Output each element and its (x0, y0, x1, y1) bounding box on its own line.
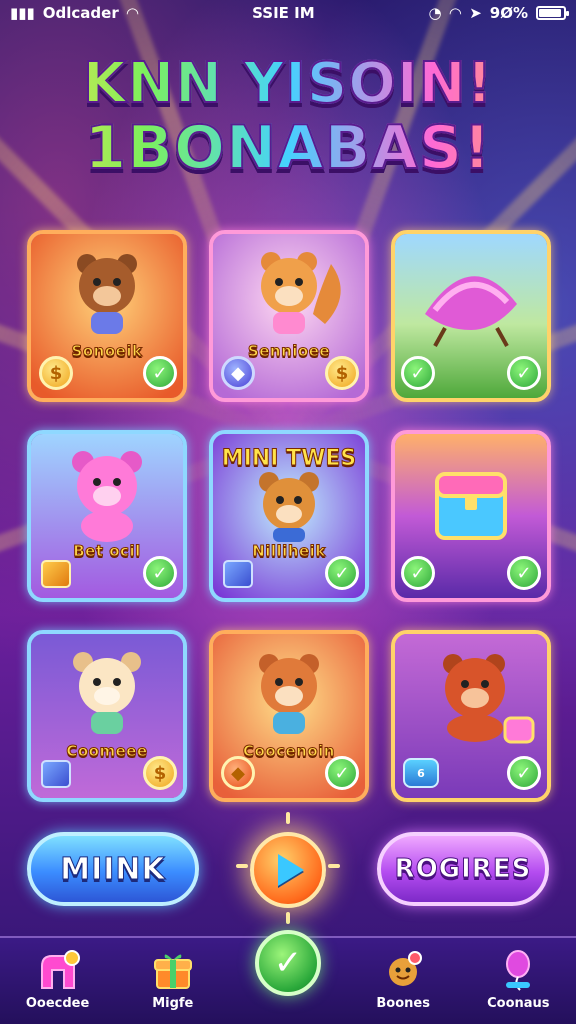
nav-label: Coonaus (487, 996, 550, 1011)
arch-icon (40, 950, 80, 989)
level-card[interactable]: Coocenoin ◆ ✓ (209, 630, 369, 802)
check-icon: ✓ (143, 356, 177, 390)
level-card[interactable]: Coomeee $ (27, 630, 187, 802)
gem-icon: ◆ (221, 356, 255, 390)
bottom-nav: Ooecdee Migfe ✓ Boones Coonaus (0, 930, 576, 1024)
status-bar: ▮▮▮ Odlcader ◠ SSIE IM ◔ ◠ ➤ 9Ø% (0, 0, 576, 26)
blue-box-icon (223, 560, 253, 588)
nav-item-coonaus[interactable]: Coonaus (468, 938, 568, 1011)
check-icon: ✓ (401, 356, 435, 390)
rogires-button[interactable]: ROGIRES (377, 832, 549, 906)
signal-icon: ▮▮▮ (10, 4, 35, 22)
coin-icon: $ (143, 756, 177, 790)
blue-box-icon (41, 760, 71, 788)
nav-item-confirm[interactable]: ✓ (238, 930, 338, 996)
title-line-1: KNN YISOIN! (0, 51, 576, 117)
game-title: KNN YISOIN! 1BONABAS! (0, 51, 576, 182)
play-button[interactable] (250, 832, 326, 908)
battery-percent: 9Ø% (489, 4, 528, 22)
play-icon (278, 854, 304, 886)
check-icon: ✓ (143, 556, 177, 590)
level-grid: Sonoeik $ ✓ Sennioee ◆ $ ✓ ✓ Bet ocil ✓ … (27, 230, 551, 802)
battery-icon (535, 6, 569, 20)
check-icon: ✓ (325, 556, 359, 590)
level-card[interactable]: 6 ✓ (391, 630, 551, 802)
level-card[interactable]: Sonoeik $ ✓ (27, 230, 187, 402)
level-card[interactable]: Sennioee ◆ $ (209, 230, 369, 402)
check-icon: ✓ (507, 356, 541, 390)
check-icon: ✓ (401, 556, 435, 590)
check-icon: ✓ (507, 756, 541, 790)
coin-icon: $ (325, 356, 359, 390)
balloon-icon (506, 950, 531, 991)
alarm-icon: ◔ (428, 4, 442, 22)
clock: SSIE IM (252, 4, 315, 22)
level-card[interactable]: ✓ ✓ (391, 430, 551, 602)
sparkle-icon (236, 864, 248, 868)
gift-icon (153, 954, 192, 989)
coin-icon: $ (39, 356, 73, 390)
level-card[interactable]: Bet ocil ✓ (27, 430, 187, 602)
sparkle-icon (286, 912, 290, 924)
mink-button[interactable]: MIINK (27, 832, 199, 906)
character-icon (389, 951, 423, 986)
title-line-2: 1BONABAS! (0, 115, 576, 181)
nav-label: Migfe (152, 996, 194, 1011)
sparkle-icon (328, 864, 340, 868)
level-card[interactable]: MINI TWES Nilliheik ✓ (209, 430, 369, 602)
orange-gem-icon: ◆ (221, 756, 255, 790)
nav-label: Boones (376, 996, 430, 1011)
check-icon: ✓ (254, 930, 321, 996)
wifi-icon: ◠ (449, 4, 462, 22)
nav-label: Ooecdee (25, 996, 90, 1011)
gold-blocks-icon (41, 560, 71, 588)
wifi-icon: ◠ (126, 4, 139, 22)
nav-item-boones[interactable]: Boones (353, 938, 453, 1011)
check-icon: ✓ (507, 556, 541, 590)
check-icon: ✓ (325, 756, 359, 790)
level-card[interactable]: ✓ ✓ (391, 230, 551, 402)
nav-item-migfe[interactable]: Migfe (123, 938, 223, 1011)
location-icon: ➤ (469, 4, 482, 22)
carrier-name: Odlcader (42, 4, 119, 22)
tag-badge: 6 (403, 758, 439, 788)
nav-item-ooecdee[interactable]: Ooecdee (8, 938, 108, 1011)
mini-games-banner: MINI TWES (221, 446, 357, 472)
sparkle-icon (286, 812, 290, 824)
